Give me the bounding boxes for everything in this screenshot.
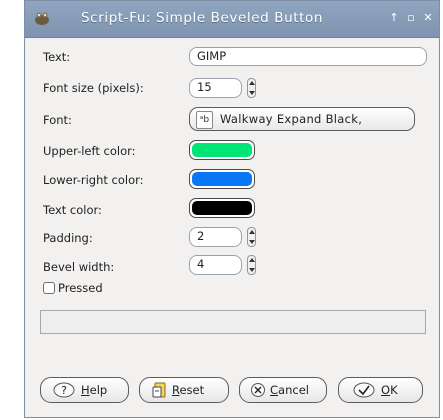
progress-bar <box>40 310 426 334</box>
reset-icon <box>152 382 166 398</box>
lower-right-color-label: Lower-right color: <box>43 173 144 187</box>
cancel-icon <box>251 383 265 397</box>
bevel-width-label: Bevel width: <box>43 260 115 274</box>
upper-left-color-swatch <box>192 143 252 157</box>
font-icon: ᵃb <box>196 111 213 129</box>
reset-button[interactable]: Reset <box>139 377 229 403</box>
bevel-width-spinner[interactable] <box>247 255 256 275</box>
lower-right-color-swatch <box>192 172 252 186</box>
text-color-label: Text color: <box>43 203 102 217</box>
maximize-icon[interactable]: ▫ <box>406 12 416 23</box>
padding-input[interactable]: 2 <box>189 227 242 247</box>
cancel-mnemonic: C <box>270 383 279 397</box>
pressed-checkbox[interactable] <box>43 282 55 294</box>
text-color-swatch <box>192 201 252 215</box>
font-size-label: Font size (pixels): <box>43 81 144 95</box>
cancel-label-rest: ancel <box>278 383 309 397</box>
ok-button[interactable]: OK <box>338 377 423 403</box>
padding-spinner[interactable] <box>247 227 256 247</box>
minimize-icon[interactable]: ↑ <box>389 12 399 23</box>
font-size-input[interactable]: 15 <box>189 78 242 98</box>
help-icon: ? <box>53 382 75 398</box>
font-value: Walkway Expand Black, <box>220 112 363 126</box>
svg-text:?: ? <box>61 384 67 397</box>
cancel-button[interactable]: Cancel <box>239 377 327 403</box>
titlebar[interactable]: Script-Fu: Simple Beveled Button ↑ ▫ ✕ <box>25 1 439 38</box>
font-label: Font: <box>43 113 72 127</box>
help-label-rest: elp <box>89 383 108 397</box>
bevel-width-input[interactable]: 4 <box>189 255 242 275</box>
upper-left-color-label: Upper-left color: <box>43 144 136 158</box>
ok-mnemonic: O <box>381 383 391 397</box>
ok-label-rest: K <box>390 383 398 397</box>
text-label: Text: <box>43 50 71 64</box>
upper-left-color-button[interactable] <box>189 140 255 160</box>
window-title: Script-Fu: Simple Beveled Button <box>81 10 324 26</box>
close-icon[interactable]: ✕ <box>423 12 433 23</box>
pressed-label: Pressed <box>58 281 103 295</box>
script-fu-dialog: Script-Fu: Simple Beveled Button ↑ ▫ ✕ T… <box>24 0 440 418</box>
text-input[interactable]: GIMP <box>189 47 427 66</box>
reset-label-rest: eset <box>179 383 205 397</box>
lower-right-color-button[interactable] <box>189 169 255 189</box>
help-button[interactable]: ? Help <box>40 377 129 403</box>
help-mnemonic: H <box>81 383 90 397</box>
font-size-spinner[interactable] <box>247 78 256 98</box>
gimp-wilber-icon <box>35 12 49 25</box>
font-select-button[interactable]: ᵃb Walkway Expand Black, <box>189 107 415 131</box>
text-color-button[interactable] <box>189 198 255 218</box>
padding-label: Padding: <box>43 231 93 245</box>
ok-icon <box>353 382 375 398</box>
